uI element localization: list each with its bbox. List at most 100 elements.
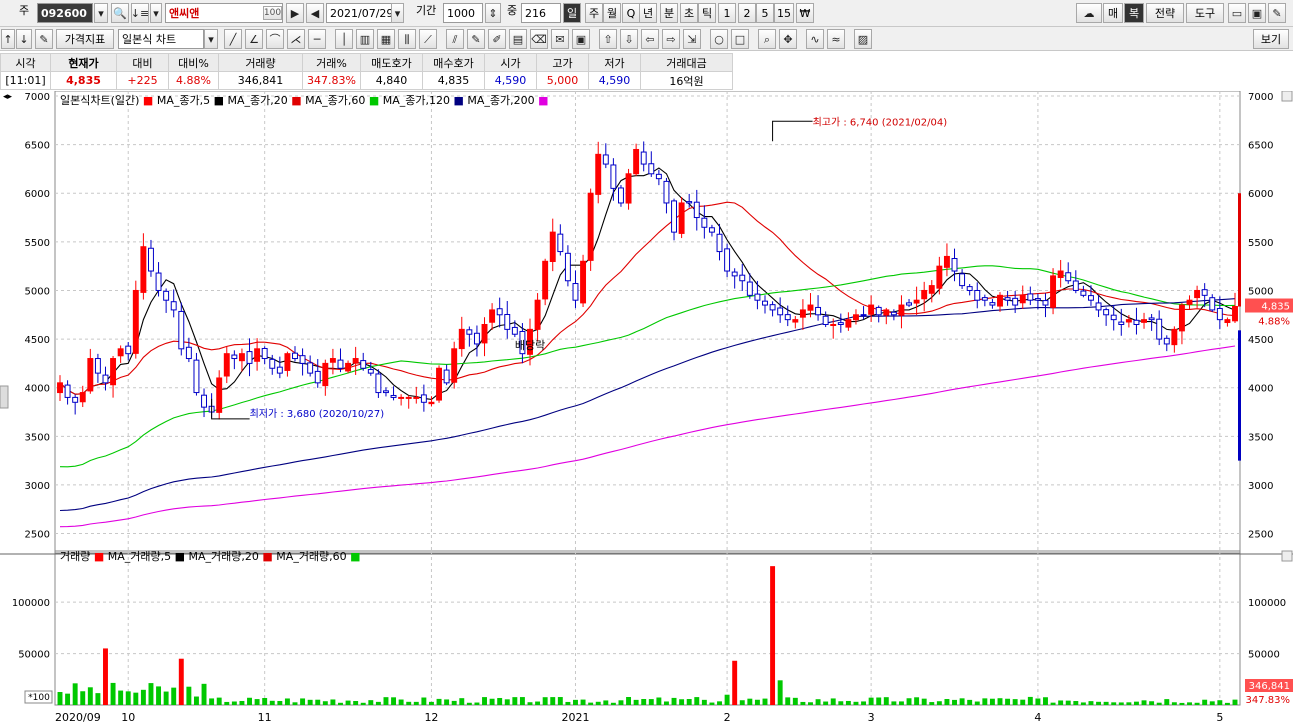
candle-body[interactable]: [1232, 306, 1238, 322]
candle-body[interactable]: [997, 294, 1003, 307]
fill-tool-button[interactable]: ▤: [509, 29, 527, 49]
candle-body[interactable]: [329, 358, 336, 363]
interval-5-button[interactable]: 분: [660, 3, 678, 23]
candle-body[interactable]: [1042, 300, 1049, 306]
candle-body[interactable]: [466, 329, 473, 335]
line-tool-button[interactable]: ╱: [224, 29, 242, 49]
candle-body[interactable]: [87, 358, 94, 392]
candle-body[interactable]: [1141, 319, 1147, 323]
candle-body[interactable]: [618, 187, 624, 204]
wave2-tool-button[interactable]: ≈: [827, 29, 845, 49]
candle-body[interactable]: [481, 324, 488, 344]
grid-tool-button[interactable]: ▥: [356, 29, 374, 49]
candle-body[interactable]: [989, 302, 996, 306]
candle-body[interactable]: [413, 396, 420, 399]
candle-body[interactable]: [94, 358, 101, 374]
candle-body[interactable]: [883, 309, 890, 316]
candle-body[interactable]: [352, 358, 359, 364]
candle-body[interactable]: [458, 328, 465, 350]
candle-body[interactable]: [1110, 314, 1117, 321]
candle-body[interactable]: [1209, 297, 1216, 311]
candle-body[interactable]: [489, 309, 496, 323]
candle-body[interactable]: [1125, 319, 1132, 323]
candle-body[interactable]: [625, 173, 632, 204]
candle-body[interactable]: [633, 148, 640, 175]
candle-body[interactable]: [1156, 318, 1163, 340]
code-dropdown-button[interactable]: ▾: [94, 3, 108, 23]
candle-body[interactable]: [769, 304, 776, 311]
chart-type-dropdown[interactable]: ▾: [204, 29, 218, 49]
candle-body[interactable]: [496, 308, 503, 316]
candle-body[interactable]: [261, 347, 268, 360]
candle-body[interactable]: [473, 332, 480, 345]
candle-body[interactable]: [572, 283, 579, 301]
candle-body[interactable]: [1194, 289, 1201, 299]
arc-tool-button[interactable]: ⌒: [266, 29, 284, 49]
interval-0-button[interactable]: 일: [563, 3, 581, 23]
next-button[interactable]: ▶: [286, 3, 304, 23]
candle-body[interactable]: [716, 233, 723, 253]
candle-body[interactable]: [132, 289, 139, 354]
arrow-right-tool-button[interactable]: ⇨: [662, 29, 680, 49]
down-button[interactable]: ↓: [16, 29, 32, 49]
candle-body[interactable]: [246, 351, 253, 364]
candle-body[interactable]: [784, 314, 791, 321]
tools-button[interactable]: 도구: [1186, 3, 1224, 23]
candle-body[interactable]: [663, 180, 670, 204]
interval-8-button[interactable]: 1: [718, 3, 736, 23]
candle-body[interactable]: [602, 154, 609, 165]
candle-body[interactable]: [163, 290, 170, 301]
edit-button[interactable]: ✎: [35, 29, 53, 49]
interval-4-button[interactable]: 년: [639, 3, 657, 23]
frame-tool-button[interactable]: ▣: [572, 29, 590, 49]
candle-body[interactable]: [185, 346, 192, 360]
candle-body[interactable]: [974, 289, 981, 301]
candle-body[interactable]: [928, 285, 935, 294]
up-button[interactable]: ↑: [1, 29, 15, 49]
candle-body[interactable]: [1201, 289, 1208, 296]
candle-body[interactable]: [398, 396, 405, 399]
candle-body[interactable]: [1163, 337, 1170, 345]
candle-body[interactable]: [655, 173, 662, 180]
candle-body[interactable]: [420, 394, 427, 403]
candle-body[interactable]: [731, 271, 738, 277]
candle-body[interactable]: [337, 359, 344, 369]
candle-body[interactable]: [853, 314, 859, 321]
candle-body[interactable]: [724, 248, 731, 272]
interval-7-button[interactable]: 틱: [698, 3, 716, 23]
interval-6-button[interactable]: 초: [680, 3, 698, 23]
candle-body[interactable]: [610, 164, 617, 189]
candle-body[interactable]: [504, 314, 511, 330]
candle-body[interactable]: [193, 359, 200, 394]
settings-button[interactable]: ✎: [1268, 3, 1286, 23]
scroll-arrows-icon[interactable]: ◂▸: [3, 92, 13, 102]
candle-body[interactable]: [701, 217, 708, 228]
candle-body[interactable]: [913, 299, 920, 304]
candle-body[interactable]: [860, 314, 867, 317]
candle-body[interactable]: [1216, 307, 1223, 321]
candle-body[interactable]: [231, 354, 238, 360]
hline-tool-button[interactable]: ─: [308, 29, 326, 49]
strategy-button[interactable]: 전략: [1146, 3, 1184, 23]
chart-type-select[interactable]: 일본식 차트: [118, 29, 204, 49]
candle-body[interactable]: [686, 201, 693, 204]
pen-tool-button[interactable]: ✎: [467, 29, 485, 49]
candle-body[interactable]: [1050, 275, 1057, 308]
candle-body[interactable]: [762, 300, 768, 306]
candle-body[interactable]: [1027, 293, 1034, 301]
candle-body[interactable]: [792, 319, 799, 323]
candle-body[interactable]: [1065, 272, 1072, 282]
arrow-up-tool-button[interactable]: ⇧: [599, 29, 617, 49]
arrow-left-tool-button[interactable]: ⇦: [641, 29, 659, 49]
candle-body[interactable]: [216, 377, 223, 413]
target-tool-button[interactable]: ✥: [779, 29, 797, 49]
candle-body[interactable]: [367, 369, 374, 374]
candle-body[interactable]: [155, 272, 162, 291]
wave-tool-button[interactable]: ∿: [806, 29, 824, 49]
candle-body[interactable]: [1019, 294, 1026, 304]
candle-body[interactable]: [1072, 280, 1079, 291]
candle-body[interactable]: [1034, 298, 1041, 301]
candle-body[interactable]: [223, 353, 230, 377]
candle-body[interactable]: [1095, 302, 1102, 311]
candle-body[interactable]: [754, 293, 761, 301]
